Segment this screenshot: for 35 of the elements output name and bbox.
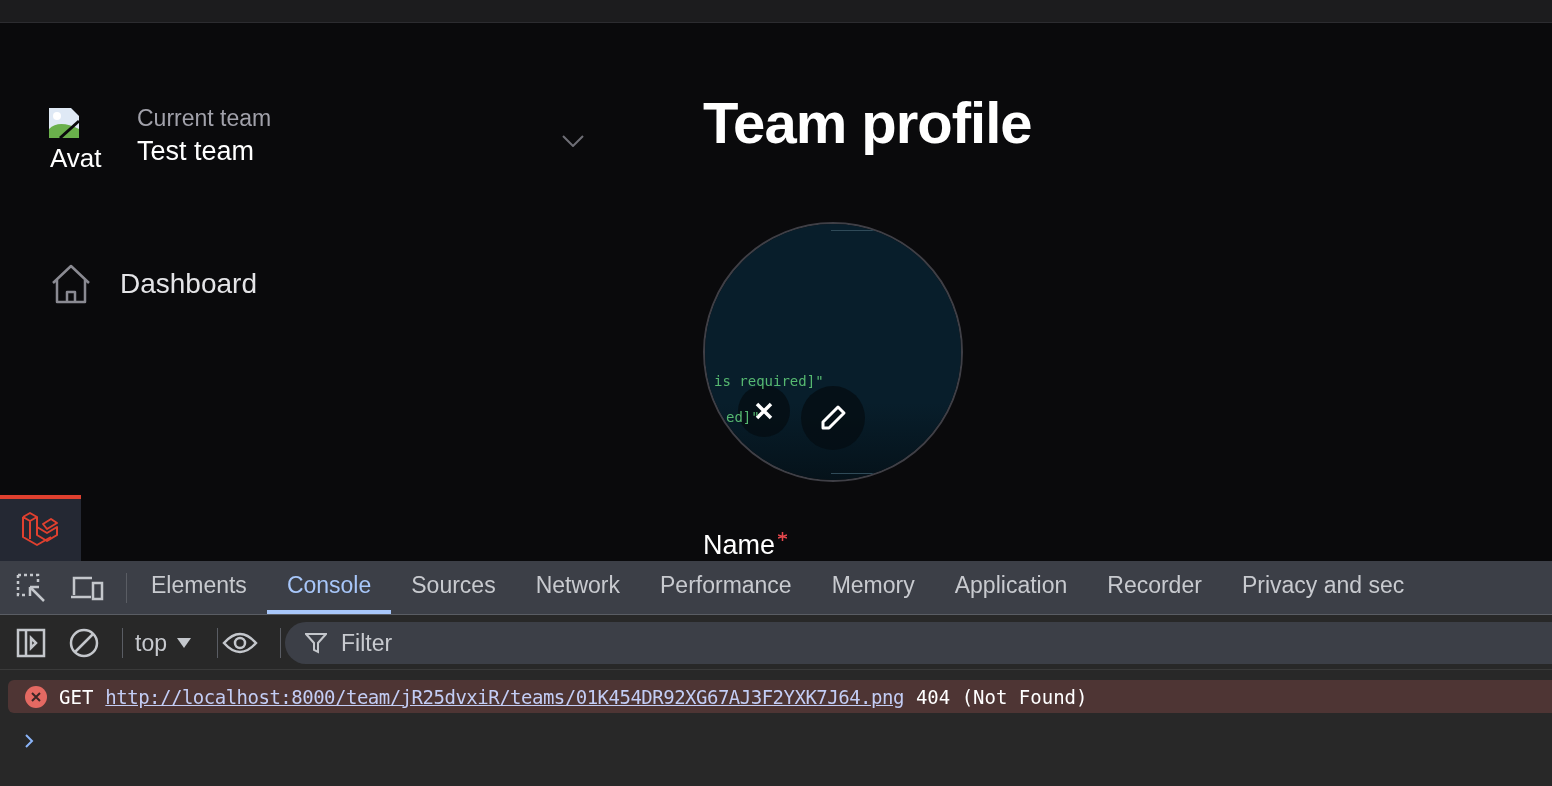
broken-image-icon: [48, 107, 80, 139]
status-text: 404 (Not Found): [915, 685, 1088, 708]
caret-icon: [177, 638, 191, 648]
eye-icon[interactable]: [222, 631, 258, 655]
clear-icon[interactable]: [68, 627, 100, 659]
field-label: Name: [703, 530, 788, 561]
home-icon: [50, 263, 92, 305]
prompt-chevron-icon: [24, 733, 34, 749]
page-title: Team profile: [703, 89, 1033, 156]
devtools-tab[interactable]: Network: [515, 561, 640, 614]
devtools-tab[interactable]: Console: [266, 561, 392, 614]
devtools-tab[interactable]: Application: [934, 561, 1088, 614]
device-toolbar-icon[interactable]: [70, 574, 104, 601]
devtools-tab[interactable]: Memory: [811, 561, 935, 614]
chevron-down-icon: [562, 135, 584, 147]
request-url-link[interactable]: http://localhost:8000/team/jR25dvxiR/teams/01K454DR92XG67AJ3F2YXK7J64.png: [105, 685, 904, 708]
filter-field[interactable]: Filter: [285, 622, 1552, 664]
devtools-tab[interactable]: Performance: [640, 561, 812, 614]
devtools-tab[interactable]: Privacy and sec: [1221, 561, 1405, 614]
code-line: is required]": [714, 373, 824, 389]
sidebar-toggle-icon[interactable]: [16, 628, 46, 658]
devtools-tab[interactable]: Elements: [131, 561, 267, 614]
filter-icon: [305, 632, 327, 654]
pencil-icon: [819, 404, 847, 432]
filter-input[interactable]: Filter: [339, 628, 1552, 658]
devtools-tab[interactable]: Sources: [391, 561, 516, 614]
nav-item[interactable]: Dashboard: [50, 263, 257, 305]
context-dropdown[interactable]: top: [129, 628, 197, 658]
team-name: Test team: [137, 136, 256, 167]
error-icon: [25, 685, 47, 708]
debugbar-tab[interactable]: [0, 495, 81, 561]
devtools-tab[interactable]: Recorder: [1087, 561, 1222, 614]
code-line: ed]": [725, 409, 760, 425]
request-method: GET: [59, 685, 94, 708]
switcher-label: Current team: [137, 105, 272, 132]
